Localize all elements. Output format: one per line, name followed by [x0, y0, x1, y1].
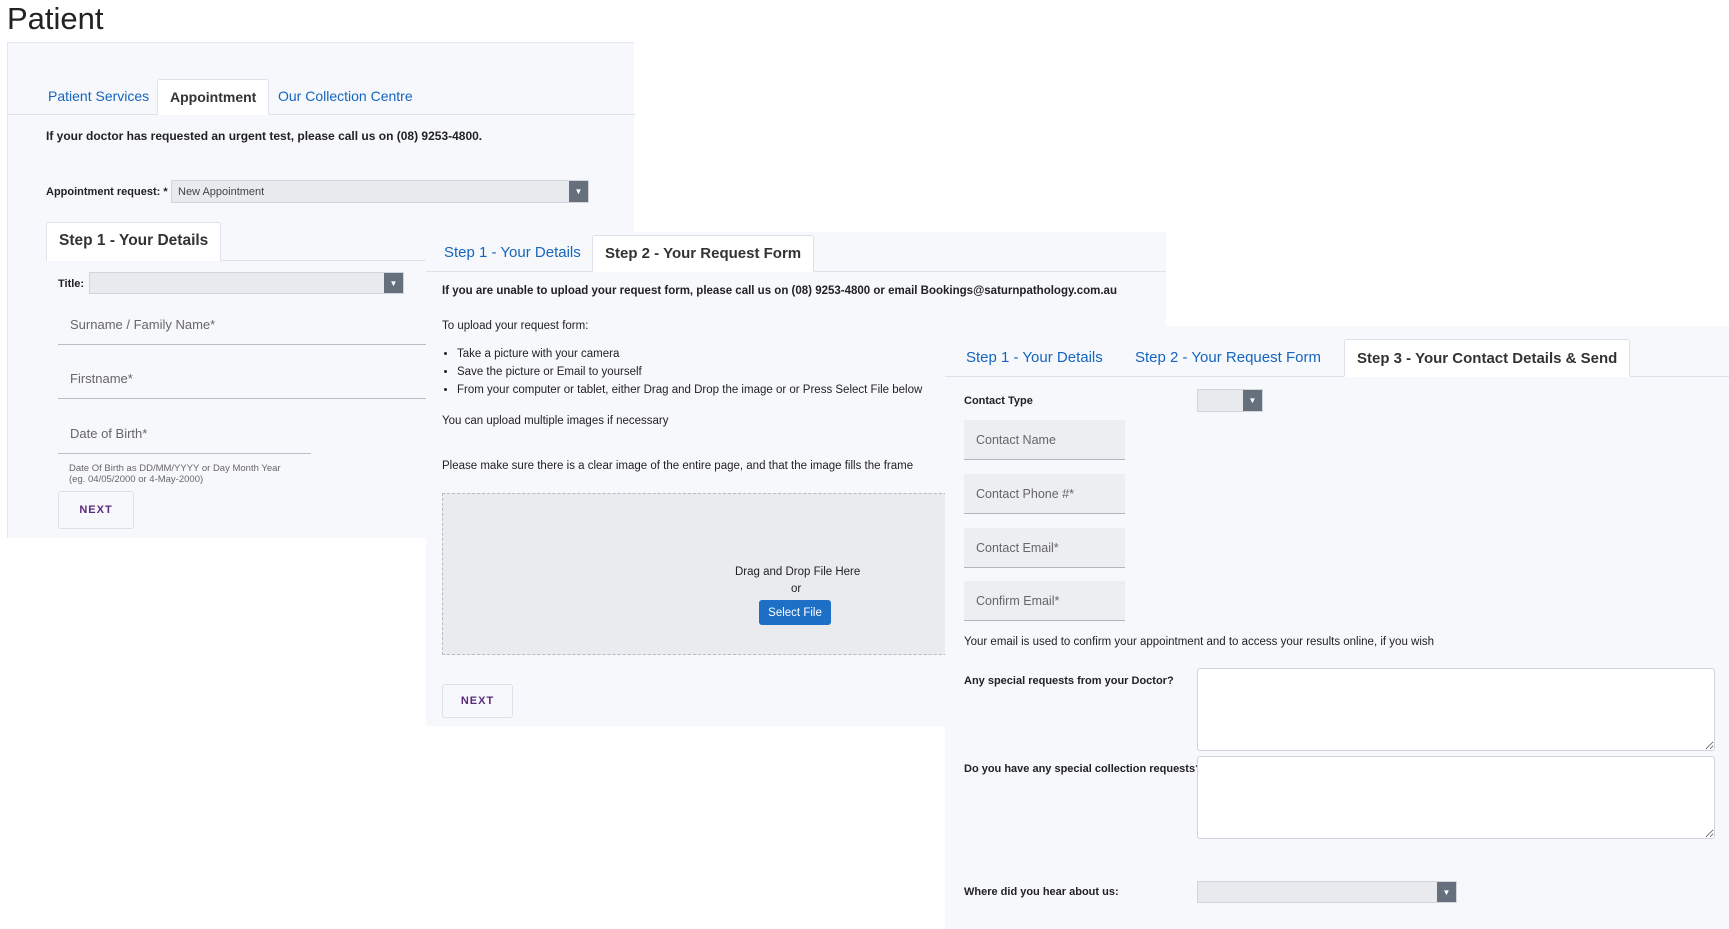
contact-details-panel: Step 1 - Your Details Step 2 - Your Requ… [945, 326, 1729, 929]
title-label: Title: [58, 278, 85, 290]
surname-input[interactable] [58, 305, 427, 345]
firstname-field[interactable] [58, 359, 427, 398]
dob-input[interactable] [58, 414, 311, 454]
page-title: Patient [7, 1, 104, 36]
hear-about-label: Where did you hear about us: [964, 886, 1119, 898]
firstname-input[interactable] [58, 359, 427, 399]
contact-name-input[interactable] [964, 420, 1125, 460]
multiple-images-note: You can upload multiple images if necess… [442, 415, 669, 427]
appointment-request-label: Appointment request: * [46, 186, 168, 198]
upload-intro: To upload your request form: [442, 320, 589, 332]
collection-requests-label: Do you have any special collection reque… [964, 763, 1202, 775]
step-tabs-2: Step 1 - Your Details Step 2 - Your Requ… [426, 235, 1166, 272]
clear-image-note: Please make sure there is a clear image … [442, 460, 914, 472]
dob-hint-line1: Date Of Birth as DD/MM/YYYY or Day Month… [69, 463, 281, 474]
contact-type-label: Contact Type [964, 395, 1033, 407]
chevron-down-icon: ▼ [384, 273, 403, 293]
drop-text: Drag and Drop File Here [735, 566, 861, 578]
tab-appointment[interactable]: Appointment [157, 79, 270, 115]
contact-name-field[interactable] [964, 420, 1125, 459]
step-tabs-3: Step 1 - Your Details Step 2 - Your Requ… [945, 339, 1729, 377]
dob-hint-line2: (eg. 04/05/2000 or 4-May-2000) [69, 474, 204, 485]
doctor-requests-label: Any special requests from your Doctor? [964, 675, 1174, 687]
title-select[interactable]: ▼ [89, 272, 404, 294]
tab-step-2[interactable]: Step 2 - Your Request Form [592, 235, 815, 272]
upload-steps-list: Take a picture with your camera Save the… [442, 345, 922, 399]
tab-step-1[interactable]: Step 1 - Your Details [444, 244, 581, 261]
list-item: From your computer or tablet, either Dra… [457, 381, 922, 399]
contact-email-field[interactable] [964, 528, 1125, 567]
tab-step-1[interactable]: Step 1 - Your Details [966, 349, 1103, 366]
surname-field[interactable] [58, 305, 427, 344]
tab-our-collection-centre[interactable]: Our Collection Centre [278, 88, 413, 104]
tab-step-3[interactable]: Step 3 - Your Contact Details & Send [1344, 339, 1631, 377]
appointment-request-value: New Appointment [178, 186, 265, 198]
contact-type-select[interactable]: ▼ [1197, 389, 1263, 412]
next-button[interactable]: NEXT [442, 684, 513, 718]
select-file-button[interactable]: Select File [759, 600, 831, 625]
appointment-request-select[interactable]: New Appointment ▼ [171, 180, 589, 203]
doctor-requests-textarea[interactable] [1197, 668, 1715, 751]
main-tabs: Patient Services Appointment Our Collect… [8, 79, 635, 115]
list-item: Take a picture with your camera [457, 345, 922, 363]
contact-phone-input[interactable] [964, 474, 1125, 514]
dob-field[interactable] [58, 414, 311, 453]
tab-step-1[interactable]: Step 1 - Your Details [46, 222, 222, 261]
email-usage-note: Your email is used to confirm your appoi… [964, 636, 1435, 648]
unable-upload-note: If you are unable to upload your request… [442, 285, 1117, 297]
next-button[interactable]: NEXT [58, 491, 134, 529]
chevron-down-icon: ▼ [1243, 390, 1262, 411]
chevron-down-icon: ▼ [1437, 882, 1456, 902]
chevron-down-icon: ▼ [569, 181, 588, 202]
file-dropzone[interactable]: Drag and Drop File Here or Select File [442, 493, 1002, 655]
hear-about-select[interactable]: ▼ [1197, 881, 1457, 903]
urgent-note: If your doctor has requested an urgent t… [46, 129, 483, 143]
tab-step-2[interactable]: Step 2 - Your Request Form [1135, 349, 1321, 366]
list-item: Save the picture or Email to yourself [457, 363, 922, 381]
contact-phone-field[interactable] [964, 474, 1125, 513]
collection-requests-textarea[interactable] [1197, 756, 1715, 839]
confirm-email-input[interactable] [964, 581, 1125, 621]
tab-patient-services[interactable]: Patient Services [48, 88, 149, 104]
contact-email-input[interactable] [964, 528, 1125, 568]
confirm-email-field[interactable] [964, 581, 1125, 620]
step-tabs: Step 1 - Your Details [46, 222, 427, 261]
dob-hint: Date Of Birth as DD/MM/YYYY or Day Month… [69, 463, 281, 485]
or-text: or [791, 583, 802, 595]
